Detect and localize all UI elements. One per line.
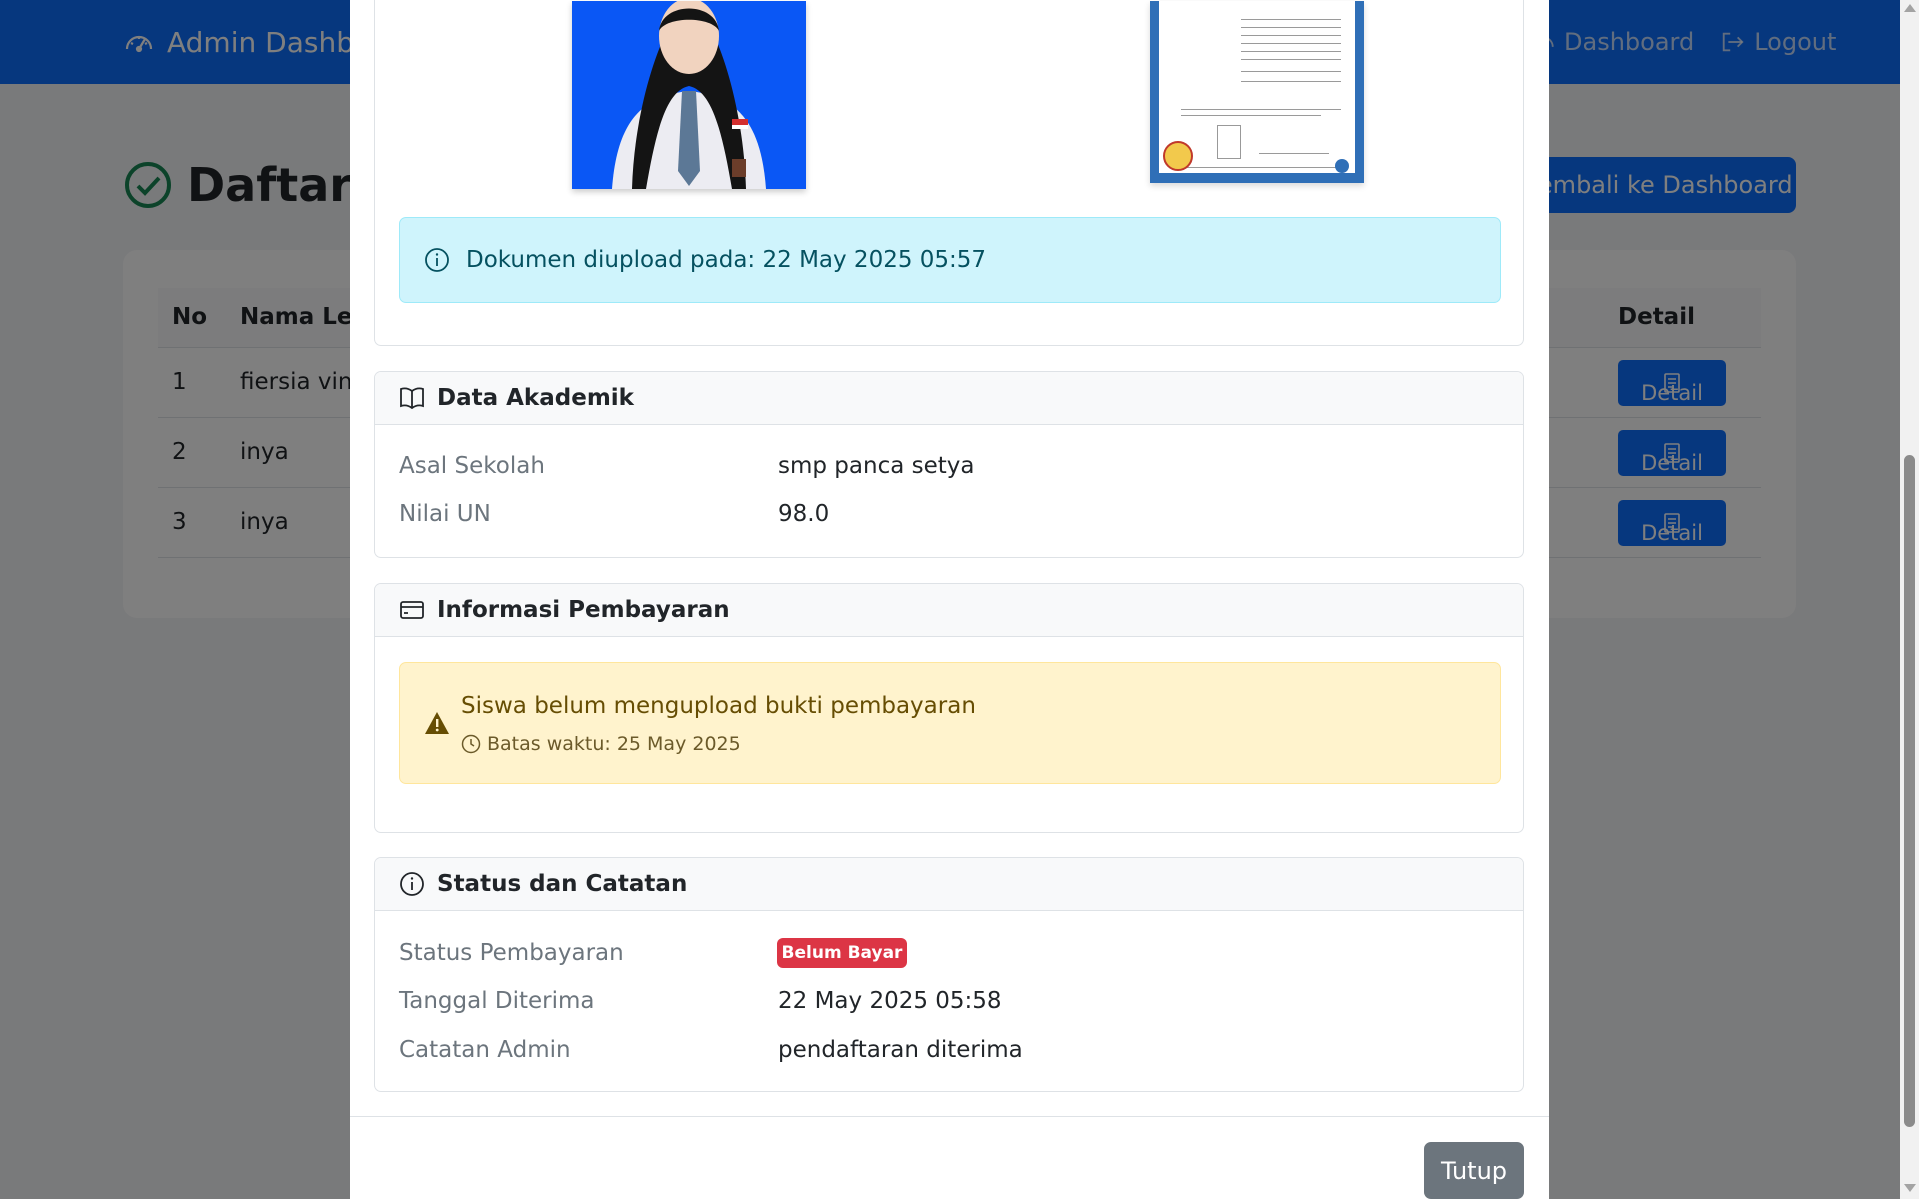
certificate-paper bbox=[1159, 1, 1355, 173]
payment-card-title: Informasi Pembayaran bbox=[437, 597, 730, 623]
academic-card: Data Akademik Asal Sekolah smp panca set… bbox=[374, 371, 1524, 558]
student-photo-image bbox=[572, 1, 806, 189]
catatan-admin-value: pendaftaran diterima bbox=[778, 1037, 1023, 1063]
student-detail-modal: Dokumen diupload pada: 22 May 2025 05:57… bbox=[350, 0, 1549, 1199]
credit-card-icon bbox=[400, 601, 424, 619]
info-circle-icon bbox=[425, 248, 449, 272]
close-button[interactable]: Tutup bbox=[1424, 1142, 1524, 1199]
asal-sekolah-label: Asal Sekolah bbox=[399, 453, 545, 479]
scroll-up-arrow-icon[interactable] bbox=[1904, 4, 1916, 12]
payment-card-header: Informasi Pembayaran bbox=[375, 584, 1523, 637]
asal-sekolah-value: smp panca setya bbox=[778, 453, 975, 479]
payment-card: Informasi Pembayaran Siswa belum mengupl… bbox=[374, 583, 1524, 833]
nilai-un-value: 98.0 bbox=[778, 501, 830, 527]
academic-card-title: Data Akademik bbox=[437, 385, 634, 411]
scrollbar[interactable] bbox=[1900, 0, 1919, 1199]
warning-triangle-icon bbox=[425, 712, 449, 734]
modal-footer-divider bbox=[350, 1116, 1549, 1117]
status-card: Status dan Catatan Status Pembayaran Bel… bbox=[374, 857, 1524, 1092]
upload-info-alert: Dokumen diupload pada: 22 May 2025 05:57 bbox=[399, 217, 1501, 303]
status-badge: Belum Bayar bbox=[777, 938, 907, 968]
student-photo[interactable] bbox=[572, 1, 806, 189]
payment-deadline-text: Batas waktu: 25 May 2025 bbox=[487, 733, 741, 755]
certificate-image[interactable] bbox=[1150, 1, 1364, 183]
status-card-header: Status dan Catatan bbox=[375, 858, 1523, 911]
clock-icon bbox=[461, 734, 481, 754]
payment-deadline: Batas waktu: 25 May 2025 bbox=[461, 733, 741, 755]
status-pembayaran-label: Status Pembayaran bbox=[399, 940, 624, 966]
info-circle-icon bbox=[400, 872, 424, 896]
scroll-down-arrow-icon[interactable] bbox=[1904, 1184, 1916, 1192]
nilai-un-label: Nilai UN bbox=[399, 501, 491, 527]
status-card-title: Status dan Catatan bbox=[437, 871, 688, 897]
academic-card-header: Data Akademik bbox=[375, 372, 1523, 425]
upload-info-text: Dokumen diupload pada: 22 May 2025 05:57 bbox=[466, 247, 987, 273]
catatan-admin-label: Catatan Admin bbox=[399, 1037, 571, 1063]
payment-warning-text: Siswa belum mengupload bukti pembayaran bbox=[461, 693, 976, 719]
tanggal-diterima-label: Tanggal Diterima bbox=[399, 988, 595, 1014]
documents-card: Dokumen diupload pada: 22 May 2025 05:57 bbox=[374, 0, 1524, 346]
book-icon bbox=[400, 387, 424, 410]
tanggal-diterima-value: 22 May 2025 05:58 bbox=[778, 988, 1002, 1014]
payment-warning-alert: Siswa belum mengupload bukti pembayaran … bbox=[399, 662, 1501, 784]
scrollbar-thumb[interactable] bbox=[1904, 455, 1915, 1127]
